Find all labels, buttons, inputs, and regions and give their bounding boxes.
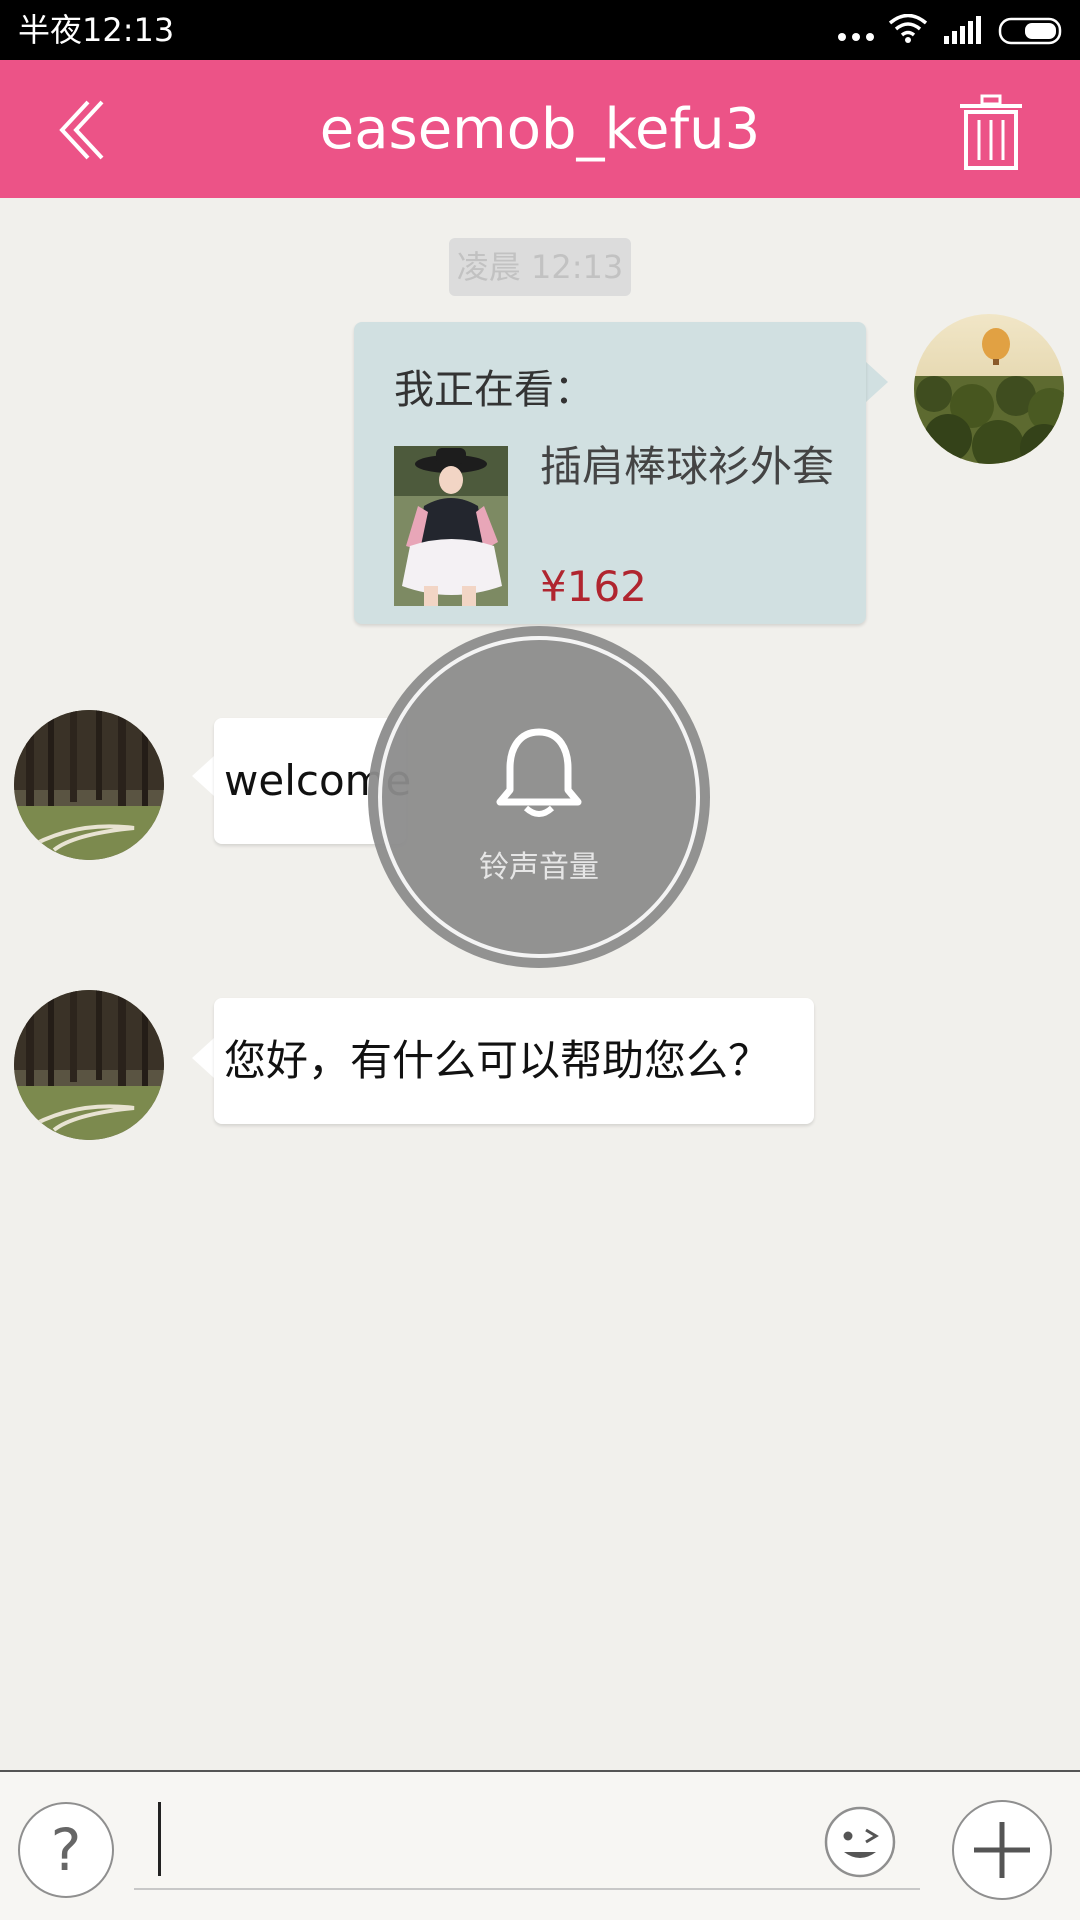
back-icon xyxy=(59,100,104,160)
status-bar: 半夜12:13 xyxy=(0,0,1080,60)
bubble-tail xyxy=(866,362,888,402)
plus-icon xyxy=(974,1822,1030,1878)
emoji-icon[interactable] xyxy=(824,1806,896,1878)
help-button[interactable]: ? xyxy=(18,1802,114,1898)
product-name: 插肩棒球衫外套 xyxy=(540,442,835,491)
header-bar: easemob_kefu3 xyxy=(0,60,1080,198)
plus-button[interactable] xyxy=(952,1800,1052,1900)
volume-overlay: 铃声音量 xyxy=(368,626,710,968)
text-cursor xyxy=(158,1802,161,1876)
bubble-tail xyxy=(192,756,214,796)
agent-avatar[interactable] xyxy=(14,710,164,860)
agent-avatar[interactable] xyxy=(14,990,164,1140)
my-avatar[interactable] xyxy=(914,314,1064,464)
bubble-tail xyxy=(192,1038,214,1078)
message-text: 您好，有什么可以帮助您么？ xyxy=(224,1036,771,1085)
trash-icon xyxy=(960,94,1022,170)
volume-label: 铃声音量 xyxy=(479,850,599,885)
more-dots-icon xyxy=(838,26,880,45)
message-input[interactable] xyxy=(134,1794,920,1890)
viewing-label: 我正在看： xyxy=(394,367,594,413)
signal-icon xyxy=(944,16,981,44)
chat-title: easemob_kefu3 xyxy=(319,97,761,162)
product-card-bubble[interactable]: 我正在看： 插肩棒球衫外套 ¥162 xyxy=(354,322,866,624)
wifi-icon xyxy=(888,14,928,43)
message-timestamp: 凌晨 12:13 xyxy=(449,238,631,296)
bell-icon xyxy=(496,728,582,817)
status-time: 半夜12:13 xyxy=(18,11,175,49)
battery-icon xyxy=(998,17,1062,45)
message-bubble-greeting[interactable]: 您好，有什么可以帮助您么？ xyxy=(214,998,814,1124)
help-icon: ? xyxy=(50,1816,82,1884)
input-bar: ? xyxy=(0,1770,1080,1920)
delete-button[interactable] xyxy=(958,94,1024,170)
product-price: ¥162 xyxy=(540,562,647,611)
back-button[interactable] xyxy=(56,98,116,162)
product-image xyxy=(394,446,508,606)
